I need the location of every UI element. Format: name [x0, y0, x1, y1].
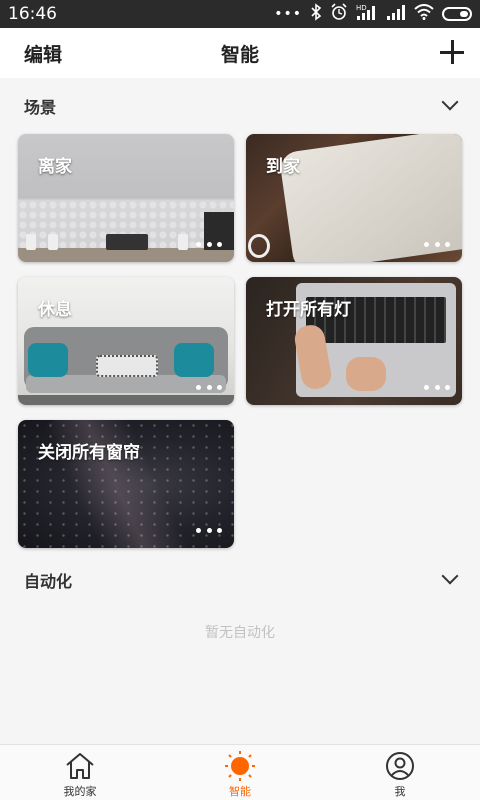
chevron-down-icon[interactable] [441, 93, 459, 111]
status-bar: 16:46 ••• HD [0, 0, 480, 28]
page-title: 智能 [220, 44, 259, 66]
more-options-icon[interactable] [424, 242, 450, 248]
scene-card-label: 休息 [38, 300, 72, 320]
more-options-icon[interactable] [196, 242, 222, 248]
scene-card-label: 到家 [266, 157, 300, 177]
tab-label: 智能 [229, 785, 251, 798]
scene-card-all-lights-on[interactable]: 打开所有灯 [246, 277, 462, 405]
scene-card-image-hand [346, 357, 386, 391]
tab-label: 我的家 [63, 785, 97, 798]
chevron-down-icon[interactable] [441, 567, 459, 585]
home-icon [64, 751, 96, 781]
empty-automation-text: 暂无自动化 [205, 625, 275, 641]
wifi-icon [414, 4, 434, 24]
scene-card-label: 打开所有灯 [266, 300, 351, 320]
sun-icon [224, 751, 256, 781]
tab-label: 我 [394, 785, 406, 798]
profile-icon [384, 751, 416, 781]
edit-button[interactable]: 编辑 [24, 40, 62, 67]
scene-card-image-jar [26, 234, 36, 250]
scene-card-image-pillow [96, 355, 158, 377]
status-icons: ••• HD [274, 3, 472, 25]
add-icon[interactable] [438, 38, 466, 66]
scene-card-image-appliance [106, 234, 148, 250]
scene-card-image-pillow [28, 343, 68, 377]
tab-my-home[interactable]: 我的家 [20, 745, 140, 800]
scenes-section-header[interactable]: 场景 [0, 84, 480, 124]
bluetooth-icon [310, 3, 322, 25]
hd-signal-icon: HD [356, 3, 378, 25]
scene-card-image-jar [178, 234, 188, 250]
scene-card-label: 离家 [38, 157, 72, 177]
more-options-icon[interactable] [196, 528, 222, 534]
tab-me[interactable]: 我 [340, 745, 460, 800]
tab-smart[interactable]: 智能 [180, 745, 300, 800]
status-time: 16:46 [8, 4, 57, 24]
scenes-section-label: 场景 [24, 98, 57, 117]
bottom-nav: 我的家 智能 我 [0, 744, 480, 800]
scene-card-image-jar [48, 234, 58, 250]
scene-card-image-counter [18, 248, 234, 262]
automation-section-header[interactable]: 自动化 [0, 558, 480, 598]
alarm-icon [330, 3, 348, 25]
more-dots-icon: ••• [274, 6, 302, 22]
scene-card-arrive-home[interactable]: 到家 [246, 134, 462, 262]
scene-card-image-pillow [174, 343, 214, 377]
scene-card-away[interactable]: 离家 [18, 134, 234, 262]
signal-icon [386, 3, 406, 25]
scene-card-rest[interactable]: 休息 [18, 277, 234, 405]
battery-icon [442, 7, 472, 21]
svg-text:HD: HD [356, 4, 367, 12]
scene-card-image-cup [248, 234, 270, 258]
more-options-icon[interactable] [424, 385, 450, 391]
scene-card-close-all-curtains[interactable]: 关闭所有窗帘 [18, 420, 234, 548]
automation-section-label: 自动化 [24, 572, 73, 591]
scene-card-label: 关闭所有窗帘 [38, 443, 140, 463]
app-header: 编辑 智能 [0, 28, 480, 78]
more-options-icon[interactable] [196, 385, 222, 391]
scene-card-image-floor [18, 395, 234, 405]
